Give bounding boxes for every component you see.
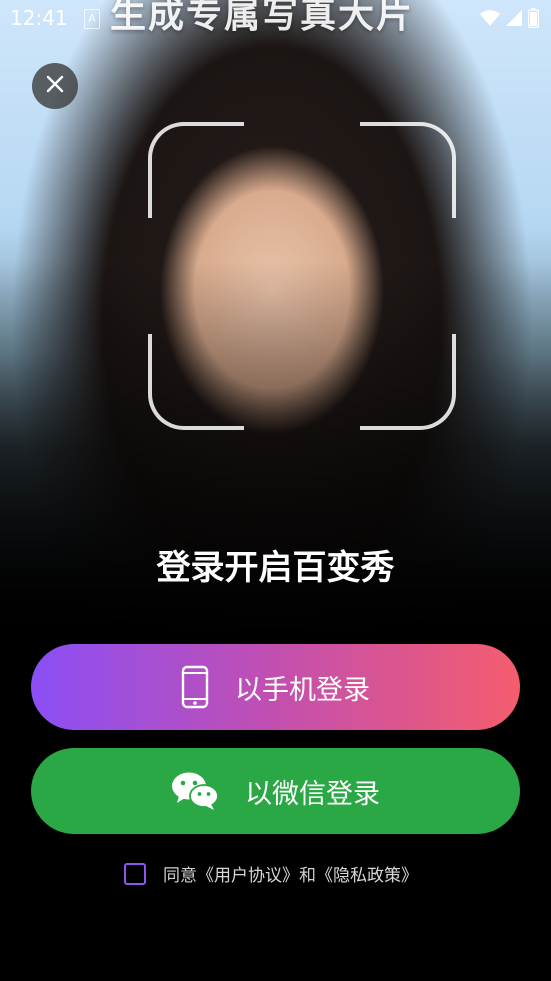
- phone-login-label: 以手机登录: [235, 674, 370, 706]
- phone-login-button[interactable]: 以手机登录: [31, 644, 520, 730]
- frame-corner-top-right: [360, 122, 456, 218]
- wechat-icon: [171, 771, 219, 811]
- status-bar: 12:41 A: [0, 0, 551, 38]
- agreement-prefix: 同意: [163, 866, 197, 886]
- agreement-checkbox[interactable]: [124, 862, 146, 885]
- agreement-conjunction: 和: [299, 866, 316, 886]
- smartphone-icon: [181, 665, 209, 709]
- close-button[interactable]: [32, 63, 78, 109]
- wifi-icon: [480, 9, 500, 31]
- wechat-login-label: 以微信登录: [245, 778, 380, 810]
- login-headline: 登录开启百变秀: [156, 548, 395, 588]
- signal-icon: [506, 9, 522, 31]
- status-time: 12:41: [10, 6, 68, 30]
- battery-icon: [527, 8, 540, 32]
- face-scan-frame: [148, 122, 456, 430]
- login-screen: 生成专属写真大片 12:41 A 登录开启百变秀 以手机登录 以微信登录 同意 …: [0, 0, 551, 981]
- frame-corner-top-left: [148, 122, 244, 218]
- notification-icon: A: [84, 9, 100, 29]
- user-agreement-link[interactable]: 《用户协议》: [197, 861, 299, 886]
- frame-corner-bottom-right: [360, 334, 456, 430]
- status-icons: [480, 8, 540, 32]
- wechat-login-button[interactable]: 以微信登录: [31, 748, 520, 834]
- privacy-policy-link[interactable]: 《隐私政策》: [316, 861, 418, 886]
- agreement-row: 同意 《用户协议》 和 《隐私政策》: [124, 861, 418, 886]
- close-icon: [46, 75, 64, 97]
- frame-corner-bottom-left: [148, 334, 244, 430]
